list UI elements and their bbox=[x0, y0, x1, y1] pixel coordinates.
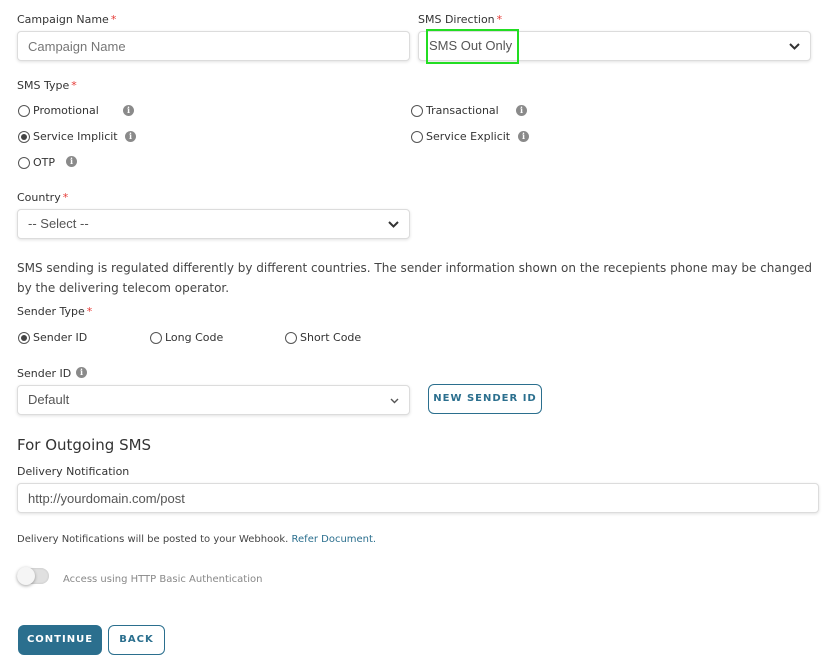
radio-label: Service Implicit bbox=[33, 130, 118, 143]
delivery-note: Delivery Notifications will be posted to… bbox=[17, 534, 376, 545]
delivery-notification-input-box[interactable] bbox=[17, 483, 819, 513]
radio-label: Sender ID bbox=[33, 331, 88, 344]
country-label-text: Country bbox=[17, 191, 61, 204]
campaign-name-input[interactable] bbox=[28, 32, 399, 60]
sender-id-value: Default bbox=[28, 392, 70, 407]
info-icon[interactable]: i bbox=[123, 105, 134, 116]
new-sender-id-button[interactable]: NEW SENDER ID bbox=[428, 384, 542, 414]
sms-direction-label-text: SMS Direction bbox=[418, 13, 495, 26]
sender-type-sender-id[interactable]: Sender ID bbox=[18, 331, 87, 344]
radio-button-checked[interactable] bbox=[18, 331, 30, 344]
country-value: -- Select -- bbox=[28, 216, 89, 231]
chevron-down-icon bbox=[390, 386, 399, 414]
sms-type-label: SMS Type * bbox=[17, 79, 77, 92]
sender-type-long-code[interactable]: Long Code bbox=[150, 331, 223, 344]
radio-label: Short Code bbox=[300, 331, 362, 344]
sender-id-label-text: Sender ID bbox=[17, 367, 72, 380]
regulation-note: SMS sending is regulated differently by … bbox=[17, 261, 812, 295]
info-icon[interactable]: i bbox=[518, 131, 529, 142]
sender-id-select[interactable]: Default bbox=[17, 385, 410, 415]
radio-button-checked[interactable] bbox=[18, 130, 30, 143]
required-marker: * bbox=[496, 13, 503, 26]
sms-type-otp[interactable]: OTP bbox=[18, 156, 55, 169]
back-button[interactable]: BACK bbox=[108, 625, 165, 655]
sms-type-transactional[interactable]: Transactional bbox=[411, 104, 499, 117]
radio-button[interactable] bbox=[18, 104, 30, 117]
required-marker: * bbox=[62, 191, 69, 204]
radio-label: Promotional bbox=[33, 104, 99, 117]
toggle-knob bbox=[17, 567, 35, 585]
required-marker: * bbox=[71, 79, 77, 92]
radio-label: Transactional bbox=[426, 104, 499, 117]
delivery-note-text: Delivery Notifications will be posted to… bbox=[17, 534, 289, 545]
country-label: Country * bbox=[17, 191, 68, 204]
radio-button[interactable] bbox=[411, 104, 423, 117]
info-icon[interactable]: i bbox=[516, 105, 527, 116]
refer-document-link[interactable]: Refer Document. bbox=[292, 534, 377, 545]
basic-auth-label: Access using HTTP Basic Authentication bbox=[63, 574, 263, 585]
country-select[interactable]: -- Select -- bbox=[17, 209, 410, 239]
sender-type-short-code[interactable]: Short Code bbox=[285, 331, 361, 344]
radio-button[interactable] bbox=[285, 331, 297, 344]
outgoing-heading: For Outgoing SMS bbox=[17, 436, 152, 454]
sender-type-label: Sender Type * bbox=[17, 305, 92, 318]
info-icon[interactable]: i bbox=[76, 367, 87, 378]
campaign-name-label: Campaign Name * bbox=[17, 13, 116, 26]
chevron-down-icon bbox=[388, 210, 399, 238]
campaign-name-input-box[interactable] bbox=[17, 31, 410, 61]
sms-direction-label: SMS Direction * bbox=[418, 13, 502, 26]
campaign-name-label-text: Campaign Name bbox=[17, 13, 109, 26]
required-marker: * bbox=[110, 13, 117, 26]
info-icon[interactable]: i bbox=[66, 156, 77, 167]
continue-button[interactable]: CONTINUE bbox=[18, 625, 102, 655]
highlight-box bbox=[426, 29, 519, 64]
radio-label: Service Explicit bbox=[426, 130, 511, 143]
radio-label: Long Code bbox=[165, 331, 224, 344]
sms-type-service-explicit[interactable]: Service Explicit bbox=[411, 130, 510, 143]
sms-type-promotional[interactable]: Promotional bbox=[18, 104, 99, 117]
sms-type-service-implicit[interactable]: Service Implicit bbox=[18, 130, 118, 143]
radio-label: OTP bbox=[33, 156, 56, 169]
radio-button[interactable] bbox=[411, 130, 423, 143]
sms-type-label-text: SMS Type bbox=[17, 79, 70, 92]
delivery-notification-label: Delivery Notification bbox=[17, 465, 130, 478]
info-icon[interactable]: i bbox=[125, 131, 136, 142]
sender-type-label-text: Sender Type bbox=[17, 305, 85, 318]
radio-button[interactable] bbox=[18, 156, 30, 169]
chevron-down-icon bbox=[789, 32, 800, 60]
required-marker: * bbox=[86, 305, 93, 318]
delivery-notification-input[interactable] bbox=[28, 484, 808, 512]
sender-id-label: Sender ID bbox=[17, 367, 71, 380]
radio-button[interactable] bbox=[150, 331, 162, 344]
basic-auth-toggle[interactable] bbox=[17, 567, 49, 585]
